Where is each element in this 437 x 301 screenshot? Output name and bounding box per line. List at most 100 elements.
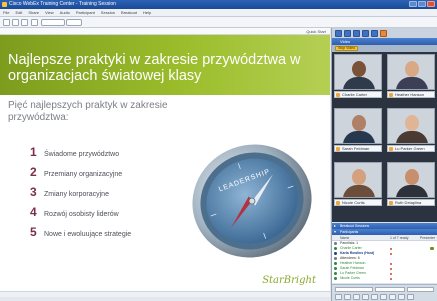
away-icon[interactable] [389, 294, 396, 300]
emoticon-icon[interactable] [380, 294, 387, 300]
video-tile[interactable]: Charlie Carter [332, 52, 384, 100]
participant-video [387, 108, 435, 144]
practice-item: 5 Nowe i ewoluujące strategie [30, 225, 131, 239]
chat-input[interactable] [375, 287, 405, 292]
participant-name: Nicole Curtis [340, 276, 360, 280]
participant-video [387, 54, 435, 90]
practice-item: 1 Świadome przywództwo [30, 145, 119, 159]
practice-number: 2 [30, 165, 37, 179]
panel-action-icons [335, 294, 414, 300]
menu-help[interactable]: Help [143, 9, 151, 16]
presentation-slide: Najlepsze praktyki w zakresie przywództw… [0, 35, 330, 297]
video-panel-icon[interactable] [380, 30, 387, 37]
video-name-tag: Ruth Delaplina [387, 199, 435, 206]
participant-status-icon [334, 267, 337, 270]
toolbar-tab-2[interactable] [66, 19, 82, 26]
participants-panel-icon[interactable] [335, 30, 342, 37]
attention-indicator [390, 252, 392, 255]
video-participant-name: Ruth Delaplina [395, 200, 422, 205]
new-icon[interactable] [3, 19, 10, 26]
faster-icon[interactable] [371, 294, 378, 300]
slower-icon[interactable] [362, 294, 369, 300]
yes-icon[interactable] [344, 294, 351, 300]
video-tile[interactable]: Sarah Feldman [332, 106, 384, 154]
participants-list: Name 1 of 7 ready Presenter Panelists: 1… [332, 235, 437, 283]
minimize-icon[interactable] [409, 1, 417, 7]
slide-title: Najlepsze praktyki w zakresie przywództw… [8, 52, 301, 84]
collapse-arrow-icon: ▾ [334, 229, 337, 234]
participant-status-icon [334, 262, 337, 265]
clear-icon[interactable] [398, 294, 405, 300]
menu-bar: File Edit Share View Audio Participant S… [0, 9, 437, 17]
video-participant-name: Charlie Carter [342, 92, 367, 97]
practice-text: Nowe i ewoluujące strategie [44, 231, 132, 238]
menu-session[interactable]: Session [101, 9, 115, 16]
panel-footer [332, 284, 437, 301]
participant-row[interactable]: Nicole Curtis [332, 276, 437, 281]
attention-indicator [390, 277, 392, 280]
practice-number: 4 [30, 205, 37, 219]
send-button[interactable] [407, 287, 434, 292]
video-participant-name: Lu Parker Green [395, 146, 425, 151]
window-title: Cisco WebEx Training Center - Training S… [9, 1, 116, 7]
video-name-tag: Lu Parker Green [387, 145, 435, 152]
webex-training-window: Cisco WebEx Training Center - Training S… [0, 0, 437, 301]
microphone-icon [389, 147, 393, 151]
menu-file[interactable]: File [3, 9, 9, 16]
presenter-ball-icon [430, 247, 434, 250]
notes-panel-icon[interactable] [353, 30, 360, 37]
more-icon[interactable] [407, 294, 414, 300]
maximize-icon[interactable] [418, 1, 426, 7]
video-grid: Charlie Carter Heather Hanson Sarah Feld… [332, 52, 437, 222]
stop-video-button[interactable]: Stop Video [335, 46, 359, 51]
chat-recipient-select[interactable] [335, 287, 373, 292]
chat-panel-icon[interactable] [344, 30, 351, 37]
menu-audio[interactable]: Audio [60, 9, 70, 16]
practice-number: 3 [30, 185, 37, 199]
share-icon[interactable] [31, 19, 38, 26]
qa-panel-icon[interactable] [371, 30, 378, 37]
participant-video [334, 162, 382, 198]
video-controls: Stop Video [332, 45, 437, 52]
menu-participant[interactable]: Participant [76, 9, 95, 16]
expand-arrow-icon: ▸ [334, 223, 337, 228]
menu-edit[interactable]: Edit [15, 9, 22, 16]
video-name-tag: Sarah Feldman [334, 145, 382, 152]
participant-video [334, 108, 382, 144]
save-icon[interactable] [21, 19, 28, 26]
polling-panel-icon[interactable] [362, 30, 369, 37]
compass-image: LEADERSHIP [192, 144, 312, 258]
no-icon[interactable] [353, 294, 360, 300]
video-tile[interactable]: Ruth Delaplina [385, 160, 437, 208]
video-participant-name: Nicole Curtis [342, 200, 365, 205]
quick-start-link[interactable]: Quick Start [306, 28, 326, 35]
practice-item: 2 Przemiany organizacyjne [30, 165, 122, 179]
video-panel-header[interactable]: Video [332, 38, 437, 45]
menu-breakout[interactable]: Breakout [121, 9, 137, 16]
practice-text: Rozwój osobisty liderów [44, 211, 119, 218]
microphone-icon [336, 147, 340, 151]
practice-text: Świadome przywództwo [44, 151, 120, 158]
video-name-tag: Heather Hanson [387, 91, 435, 98]
video-participant-name: Sarah Feldman [342, 146, 370, 151]
menu-share[interactable]: Share [28, 9, 39, 16]
open-icon[interactable] [12, 19, 19, 26]
raise-hand-icon[interactable] [335, 294, 342, 300]
video-header-label: Video [340, 39, 351, 44]
video-tile[interactable]: Nicole Curtis [332, 160, 384, 208]
window-controls [409, 1, 435, 7]
video-tile[interactable]: Heather Hanson [385, 52, 437, 100]
participant-status-icon [334, 272, 337, 275]
attention-indicator [390, 267, 392, 270]
menu-view[interactable]: View [45, 9, 54, 16]
toolbar-tab-1[interactable] [41, 19, 65, 26]
microphone-icon [336, 93, 340, 97]
participant-video [334, 54, 382, 90]
close-icon[interactable] [427, 1, 435, 7]
video-tile[interactable]: Lu Parker Green [385, 106, 437, 154]
participant-video [387, 162, 435, 198]
attention-indicator [390, 262, 392, 265]
video-participant-name: Heather Hanson [395, 92, 425, 97]
title-bar: Cisco WebEx Training Center - Training S… [0, 0, 437, 9]
group-icon [334, 242, 337, 245]
